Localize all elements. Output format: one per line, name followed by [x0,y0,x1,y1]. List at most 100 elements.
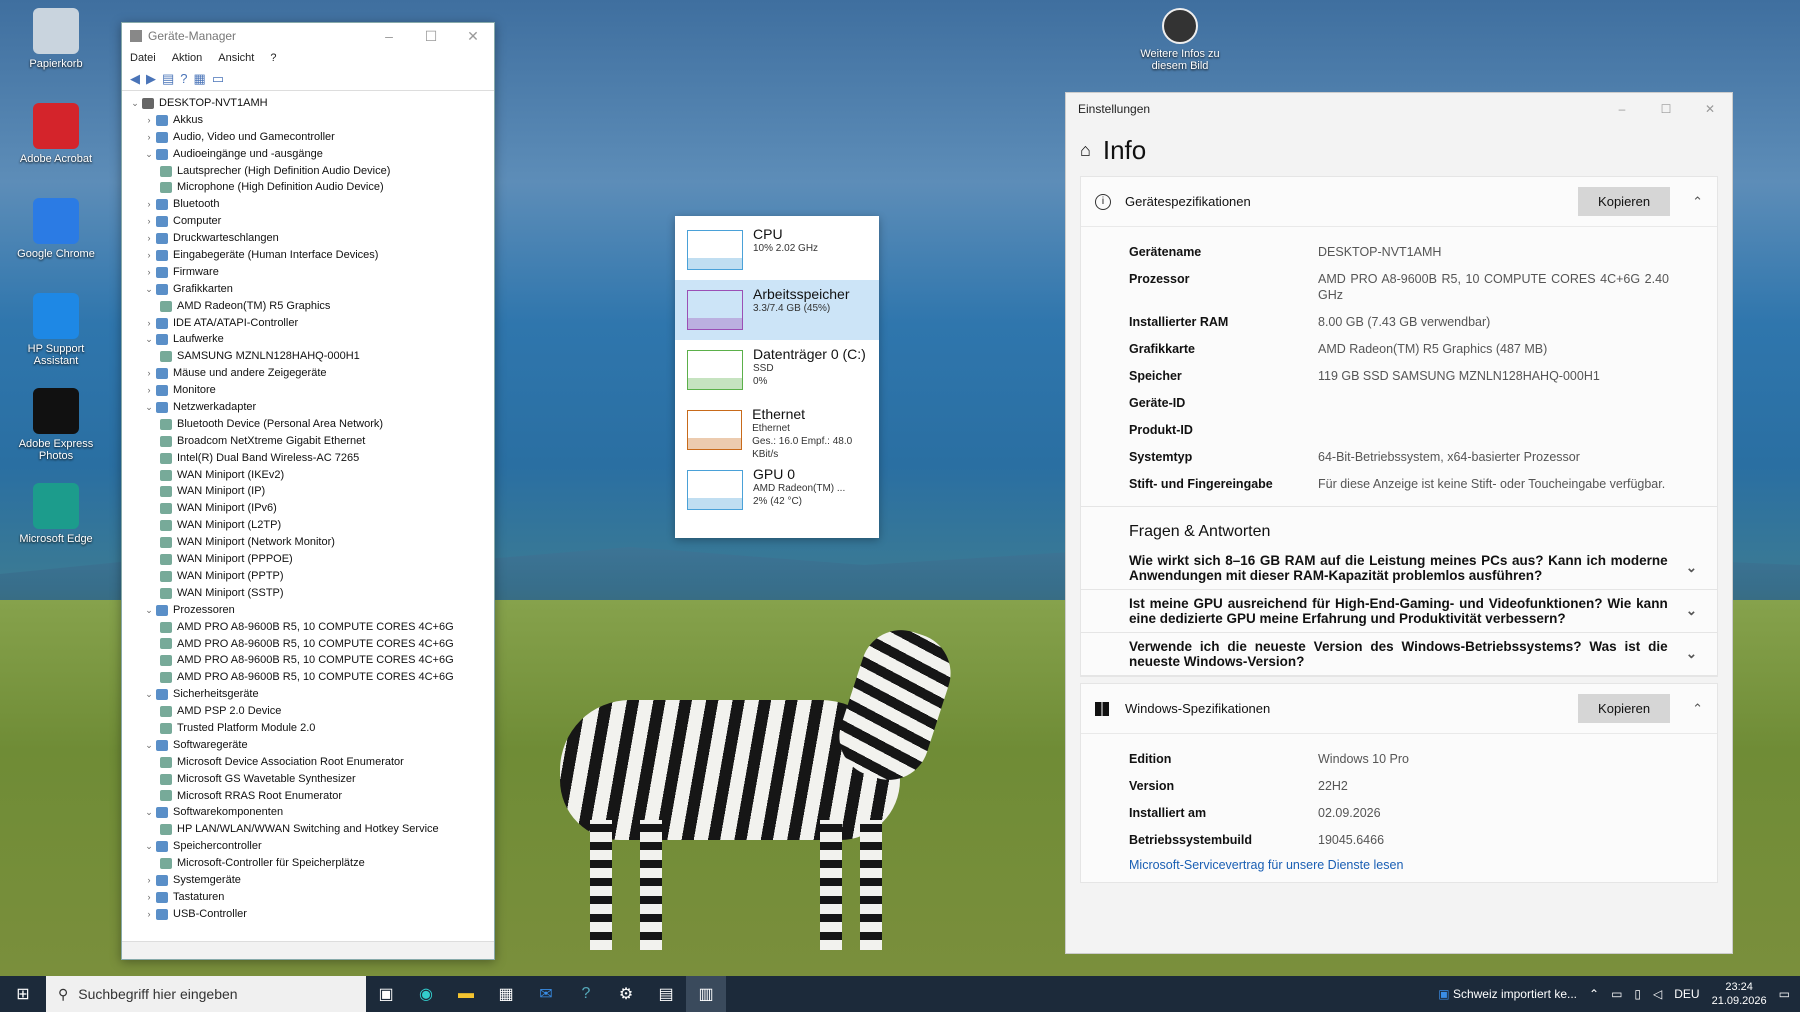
tree-item[interactable]: ⌄ Netzwerkadapter [128,399,494,416]
close-icon[interactable]: ✕ [1688,102,1732,116]
tree-item[interactable]: Trusted Platform Module 2.0 [128,720,494,737]
desktop-icon[interactable]: HP Support Assistant [6,293,106,367]
tree-item[interactable]: › Audio, Video und Gamecontroller [128,129,494,146]
tree-item[interactable]: › IDE ATA/ATAPI-Controller [128,315,494,332]
tree-item[interactable]: › Firmware [128,264,494,281]
tree-item[interactable]: WAN Miniport (Network Monitor) [128,534,494,551]
tree-item[interactable]: › Tastaturen [128,889,494,906]
tree-item[interactable]: WAN Miniport (L2TP) [128,517,494,534]
chevron-down-icon[interactable]: ⌄ [142,804,156,821]
tree-item[interactable]: › USB-Controller [128,906,494,923]
store-icon[interactable]: ▦ [486,976,526,1012]
settings-icon[interactable]: ⚙ [606,976,646,1012]
minimize-icon[interactable]: – [368,28,410,45]
desktop-info-icon[interactable]: Weitere Infos zu diesem Bild [1130,8,1230,72]
menu-item[interactable]: Aktion [172,52,203,64]
tree-item[interactable]: ⌄ DESKTOP-NVT1AMH [128,95,494,112]
start-button[interactable]: ⊞ [0,976,46,1012]
chevron-down-icon[interactable]: ⌄ [142,399,156,416]
tree-item[interactable]: › Computer [128,213,494,230]
chevron-right-icon[interactable]: › [142,112,156,129]
chevron-down-icon[interactable]: ⌄ [142,281,156,298]
minimize-icon[interactable]: – [1600,102,1644,116]
chevron-right-icon[interactable]: › [142,382,156,399]
outlook-icon[interactable]: ✉ [526,976,566,1012]
help-icon[interactable]: ? [180,71,187,86]
desktop-icon[interactable]: Papierkorb [6,8,106,70]
menu-item[interactable]: Datei [130,52,156,64]
clock[interactable]: 23:24 21.09.2026 [1712,980,1767,1008]
chevron-right-icon[interactable]: › [142,230,156,247]
chevron-down-icon[interactable]: ⌄ [128,95,142,112]
menu-item[interactable]: ? [270,52,276,64]
tree-item[interactable]: ⌄ Softwarekomponenten [128,804,494,821]
tree-item[interactable]: ⌄ Sicherheitsgeräte [128,686,494,703]
news-widget[interactable]: ▣ Schweiz importiert ke... [1438,987,1577,1001]
chevron-right-icon[interactable]: › [142,315,156,332]
tree-item[interactable]: ⌄ Prozessoren [128,602,494,619]
explorer-icon[interactable]: ▬ [446,976,486,1012]
monitor-icon[interactable]: ▭ [212,71,224,87]
chevron-up-icon[interactable]: ⌃ [1692,194,1703,210]
tree-item[interactable]: WAN Miniport (PPPOE) [128,551,494,568]
tree-item[interactable]: Microphone (High Definition Audio Device… [128,179,494,196]
chevron-right-icon[interactable]: › [142,889,156,906]
chevron-down-icon[interactable]: ⌄ [1686,603,1697,619]
view-icon[interactable]: ▦ [194,71,206,87]
tree-item[interactable]: WAN Miniport (SSTP) [128,585,494,602]
copy-button[interactable]: Kopieren [1578,694,1671,723]
chevron-right-icon[interactable]: › [142,365,156,382]
service-agreement-link[interactable]: Microsoft-Servicevertrag für unsere Dien… [1081,848,1717,882]
perf-item[interactable]: CPU 10% 2.02 GHz [675,220,879,280]
tree-item[interactable]: AMD Radeon(TM) R5 Graphics [128,298,494,315]
tree-item[interactable]: › Bluetooth [128,196,494,213]
tree-item[interactable]: Lautsprecher (High Definition Audio Devi… [128,163,494,180]
battery-icon[interactable]: ▭ [1611,987,1622,1001]
back-icon[interactable]: ◀ [130,71,140,87]
tree-item[interactable]: AMD PSP 2.0 Device [128,703,494,720]
perf-item[interactable]: Datenträger 0 (C:) SSD 0% [675,340,879,400]
chevron-right-icon[interactable]: › [142,129,156,146]
windows-specs-header[interactable]: Windows-Spezifikationen Kopieren ⌃ [1081,684,1717,734]
tree-item[interactable]: › Mäuse und andere Zeigegeräte [128,365,494,382]
tree-item[interactable]: Bluetooth Device (Personal Area Network) [128,416,494,433]
tree-item[interactable]: AMD PRO A8-9600B R5, 10 COMPUTE CORES 4C… [128,652,494,669]
tree-item[interactable]: ⌄ Softwaregeräte [128,737,494,754]
tree-item[interactable]: Intel(R) Dual Band Wireless-AC 7265 [128,450,494,467]
close-icon[interactable]: ✕ [452,28,494,45]
tree-item[interactable]: AMD PRO A8-9600B R5, 10 COMPUTE CORES 4C… [128,636,494,653]
desktop-icon[interactable]: Adobe Acrobat [6,103,106,165]
maximize-icon[interactable]: ☐ [410,28,452,45]
help-icon[interactable]: ? [566,976,606,1012]
chevron-down-icon[interactable]: ⌄ [142,602,156,619]
chevron-down-icon[interactable]: ⌄ [142,838,156,855]
tree-item[interactable]: › Systemgeräte [128,872,494,889]
chevron-right-icon[interactable]: › [142,872,156,889]
chevron-down-icon[interactable]: ⌄ [1686,646,1697,662]
language[interactable]: DEU [1674,987,1699,1001]
tree-item[interactable]: WAN Miniport (IP) [128,483,494,500]
maximize-icon[interactable]: ☐ [1644,102,1688,116]
forward-icon[interactable]: ▶ [146,71,156,87]
tree-item[interactable]: ⌄ Laufwerke [128,331,494,348]
tree-item[interactable]: WAN Miniport (IPv6) [128,500,494,517]
device-manager-titlebar[interactable]: Geräte-Manager – ☐ ✕ [122,23,494,49]
copy-button[interactable]: Kopieren [1578,187,1671,216]
task-view-icon[interactable]: ▣ [366,976,406,1012]
chevron-right-icon[interactable]: › [142,264,156,281]
chevron-down-icon[interactable]: ⌄ [142,686,156,703]
chevron-right-icon[interactable]: › [142,906,156,923]
tree-item[interactable]: › Monitore [128,382,494,399]
chevron-down-icon[interactable]: ⌄ [142,146,156,163]
perf-item[interactable]: Ethernet Ethernet Ges.: 16.0 Empf.: 48.0 K… [675,400,879,460]
tree-item[interactable]: Broadcom NetXtreme Gigabit Ethernet [128,433,494,450]
tree-item[interactable]: AMD PRO A8-9600B R5, 10 COMPUTE CORES 4C… [128,619,494,636]
task-manager-icon[interactable]: ▤ [646,976,686,1012]
tree-item[interactable]: SAMSUNG MZNLN128HAHQ-000H1 [128,348,494,365]
perf-item[interactable]: GPU 0 AMD Radeon(TM) ... 2% (42 °C) [675,460,879,520]
tree-item[interactable]: WAN Miniport (IKEv2) [128,467,494,484]
perf-item[interactable]: Arbeitsspeicher 3.3/7.4 GB (45%) [675,280,879,340]
properties-icon[interactable]: ▤ [162,71,174,87]
device-manager-window[interactable]: Geräte-Manager – ☐ ✕ Datei Aktion Ansicht? ◀… [121,22,495,960]
tree-item[interactable]: HP LAN/WLAN/WWAN Switching and Hotkey Se… [128,821,494,838]
